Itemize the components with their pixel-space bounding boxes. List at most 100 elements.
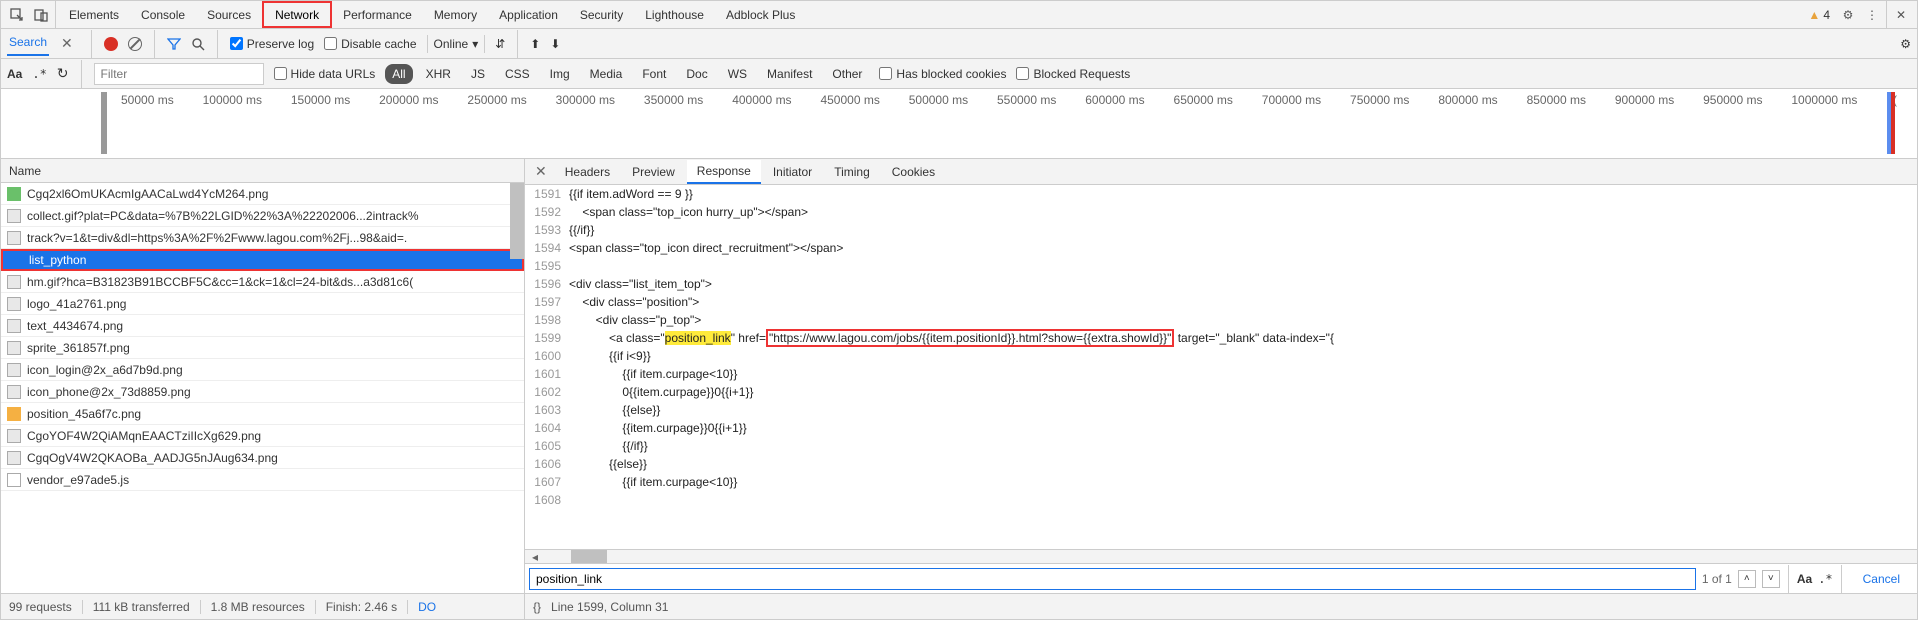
- type-doc[interactable]: Doc: [679, 64, 714, 84]
- disable-cache-checkbox[interactable]: Disable cache: [324, 37, 416, 51]
- network-settings-icon[interactable]: ⚙: [1900, 37, 1911, 51]
- request-list[interactable]: Cgq2xl6OmUKAcmIgAACaLwd4YcM264.png colle…: [1, 183, 524, 593]
- scrollbar-thumb[interactable]: [571, 550, 607, 563]
- filter-icon[interactable]: [167, 37, 181, 51]
- response-body[interactable]: 1591{{if item.adWord == 9 }}1592 <span c…: [525, 185, 1917, 549]
- code-line[interactable]: 1592 <span class="top_icon hurry_up"></s…: [525, 203, 1917, 221]
- close-search-icon[interactable]: ✕: [55, 35, 79, 52]
- tab-performance[interactable]: Performance: [332, 1, 423, 28]
- request-row[interactable]: position_45a6f7c.png: [1, 403, 524, 425]
- tab-network[interactable]: Network: [262, 1, 332, 28]
- code-line[interactable]: 1595: [525, 257, 1917, 275]
- type-js[interactable]: JS: [464, 64, 492, 84]
- tab-console[interactable]: Console: [130, 1, 196, 28]
- code-line[interactable]: 1606 {{else}}: [525, 455, 1917, 473]
- refresh-icon[interactable]: ↻: [57, 65, 69, 82]
- code-line[interactable]: 1594<span class="top_icon direct_recruit…: [525, 239, 1917, 257]
- inspect-icon[interactable]: [5, 3, 29, 27]
- request-row[interactable]: collect.gif?plat=PC&data=%7B%22LGID%22%3…: [1, 205, 524, 227]
- code-line[interactable]: 1600 {{if i<9}}: [525, 347, 1917, 365]
- pretty-print-icon[interactable]: {}: [533, 600, 541, 614]
- request-row[interactable]: sprite_361857f.png: [1, 337, 524, 359]
- record-button[interactable]: [104, 37, 118, 51]
- search-next-icon[interactable]: ˅: [1762, 570, 1780, 588]
- tab-memory[interactable]: Memory: [423, 1, 488, 28]
- throttle-select[interactable]: Online▾: [427, 35, 486, 53]
- type-xhr[interactable]: XHR: [419, 64, 458, 84]
- search-tab[interactable]: Search: [7, 31, 49, 56]
- type-manifest[interactable]: Manifest: [760, 64, 819, 84]
- match-case-icon[interactable]: Aa: [7, 67, 22, 81]
- hide-data-urls-checkbox[interactable]: Hide data URLs: [274, 67, 376, 81]
- download-icon[interactable]: ⬇: [550, 37, 560, 51]
- filter-input[interactable]: [94, 63, 264, 85]
- device-icon[interactable]: [29, 3, 53, 27]
- search-regex-icon[interactable]: .*: [1818, 572, 1832, 586]
- code-line[interactable]: 1603 {{else}}: [525, 401, 1917, 419]
- detail-tab-cookies[interactable]: Cookies: [882, 161, 945, 183]
- upload-icon[interactable]: ⬆: [530, 37, 540, 51]
- code-line[interactable]: 1596<div class="list_item_top">: [525, 275, 1917, 293]
- request-row[interactable]: icon_phone@2x_73d8859.png: [1, 381, 524, 403]
- search-prev-icon[interactable]: ˄: [1738, 570, 1756, 588]
- blocked-requests-checkbox[interactable]: Blocked Requests: [1016, 67, 1130, 81]
- request-row[interactable]: track?v=1&t=div&dl=https%3A%2F%2Fwww.lag…: [1, 227, 524, 249]
- tab-adblock[interactable]: Adblock Plus: [715, 1, 806, 28]
- type-all[interactable]: All: [385, 64, 412, 84]
- detail-tab-initiator[interactable]: Initiator: [763, 161, 822, 183]
- detail-tab-headers[interactable]: Headers: [555, 161, 620, 183]
- request-row[interactable]: Cgq2xl6OmUKAcmIgAACaLwd4YcM264.png: [1, 183, 524, 205]
- code-line[interactable]: 1604 {{item.curpage}}0{{i+1}}: [525, 419, 1917, 437]
- code-line[interactable]: 1597 <div class="position">: [525, 293, 1917, 311]
- code-line[interactable]: 1591{{if item.adWord == 9 }}: [525, 185, 1917, 203]
- tab-elements[interactable]: Elements: [58, 1, 130, 28]
- code-line[interactable]: 1608: [525, 491, 1917, 509]
- code-line[interactable]: 1605 {{/if}}: [525, 437, 1917, 455]
- clear-button[interactable]: [128, 37, 142, 51]
- close-detail-icon[interactable]: ✕: [529, 163, 553, 180]
- request-row[interactable]: list_python: [1, 249, 524, 271]
- type-media[interactable]: Media: [583, 64, 630, 84]
- has-blocked-checkbox[interactable]: Has blocked cookies: [879, 67, 1006, 81]
- request-row[interactable]: CgqOgV4W2QKAOBa_AADJG5nJAug634.png: [1, 447, 524, 469]
- search-icon[interactable]: [191, 37, 205, 51]
- search-in-response-input[interactable]: [529, 568, 1696, 590]
- more-icon[interactable]: ⋮: [1860, 3, 1884, 27]
- close-devtools-icon[interactable]: ✕: [1889, 3, 1913, 27]
- regex-icon[interactable]: .*: [32, 67, 46, 81]
- type-other[interactable]: Other: [825, 64, 869, 84]
- warnings-badge[interactable]: ▲4: [1802, 8, 1836, 22]
- tab-application[interactable]: Application: [488, 1, 569, 28]
- code-line[interactable]: 1601 {{if item.curpage<10}}: [525, 365, 1917, 383]
- scrollbar-thumb[interactable]: [510, 183, 524, 259]
- type-css[interactable]: CSS: [498, 64, 537, 84]
- horizontal-scrollbar[interactable]: ◂: [525, 549, 1917, 563]
- type-ws[interactable]: WS: [721, 64, 754, 84]
- search-match-case-icon[interactable]: Aa: [1797, 572, 1812, 586]
- type-img[interactable]: Img: [543, 64, 577, 84]
- tab-security[interactable]: Security: [569, 1, 634, 28]
- request-row[interactable]: icon_login@2x_a6d7b9d.png: [1, 359, 524, 381]
- code-line[interactable]: 1598 <div class="p_top">: [525, 311, 1917, 329]
- preserve-log-checkbox[interactable]: Preserve log: [230, 37, 314, 51]
- code-line[interactable]: 1593{{/if}}: [525, 221, 1917, 239]
- detail-tab-preview[interactable]: Preview: [622, 161, 685, 183]
- request-row[interactable]: hm.gif?hca=B31823B91BCCBF5C&cc=1&ck=1&cl…: [1, 271, 524, 293]
- request-row[interactable]: text_4434674.png: [1, 315, 524, 337]
- cancel-button[interactable]: Cancel: [1850, 568, 1913, 590]
- request-row[interactable]: CgoYOF4W2QiAMqnEAACTziIIcXg629.png: [1, 425, 524, 447]
- detail-tab-response[interactable]: Response: [687, 160, 761, 184]
- timeline[interactable]: 50000 ms 100000 ms 150000 ms 200000 ms 2…: [1, 89, 1917, 159]
- tab-sources[interactable]: Sources: [196, 1, 262, 28]
- type-font[interactable]: Font: [635, 64, 673, 84]
- code-line[interactable]: 1599 <a class="position_link" href="http…: [525, 329, 1917, 347]
- request-row[interactable]: vendor_e97ade5.js: [1, 469, 524, 491]
- code-line[interactable]: 1602 0{{item.curpage}}0{{i+1}}: [525, 383, 1917, 401]
- tab-lighthouse[interactable]: Lighthouse: [634, 1, 715, 28]
- code-line[interactable]: 1607 {{if item.curpage<10}}: [525, 473, 1917, 491]
- wifi-icon[interactable]: ⇵: [495, 37, 505, 51]
- request-list-header[interactable]: Name: [1, 159, 524, 183]
- settings-icon[interactable]: ⚙: [1836, 3, 1860, 27]
- detail-tab-timing[interactable]: Timing: [824, 161, 880, 183]
- request-row[interactable]: logo_41a2761.png: [1, 293, 524, 315]
